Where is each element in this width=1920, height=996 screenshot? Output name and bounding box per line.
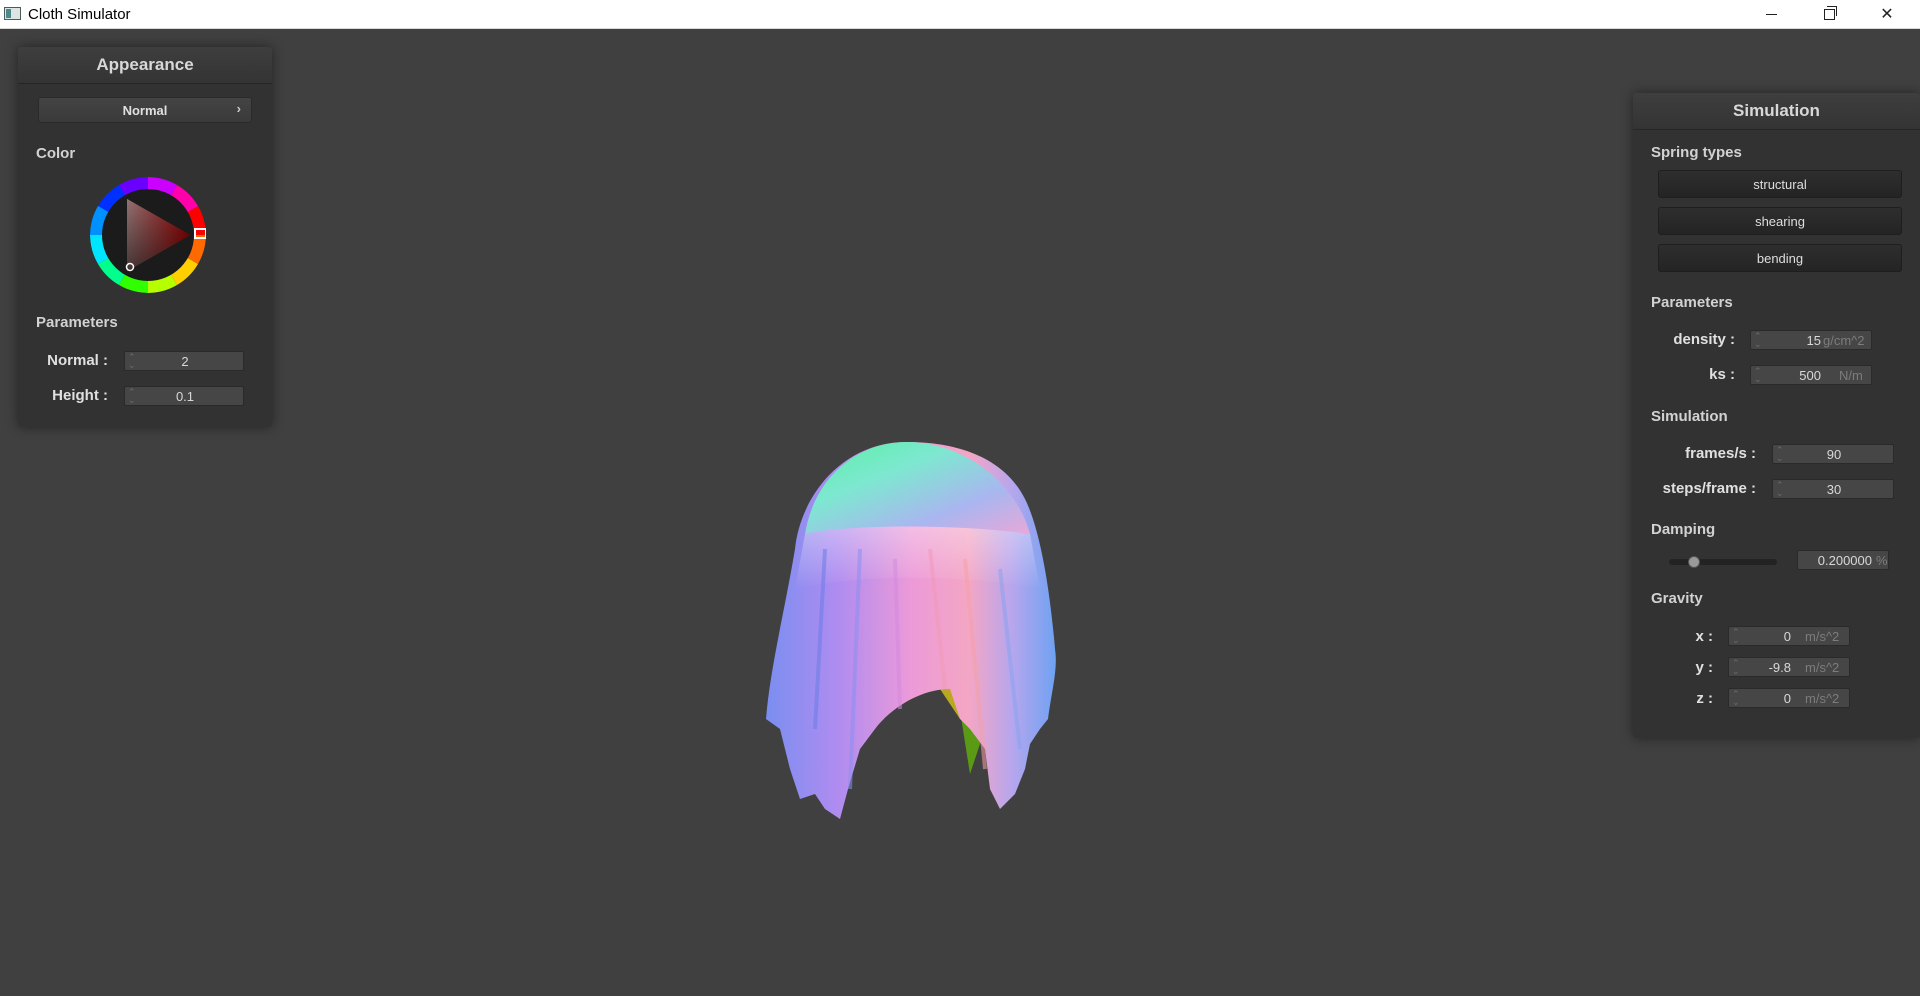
fps-label: frames/s :	[1685, 445, 1756, 462]
color-label: Color	[36, 145, 76, 162]
gravity-y-label: y :	[1695, 659, 1713, 676]
appearance-panel-title: Appearance	[18, 47, 272, 84]
gravity-label: Gravity	[1651, 590, 1703, 607]
structural-button[interactable]: structural	[1658, 170, 1902, 198]
normal-value: 2	[181, 354, 189, 369]
gravity-z-label: z :	[1696, 690, 1713, 707]
gravity-y-value: -9.8	[1768, 660, 1791, 675]
gravity-x-value: 0	[1783, 629, 1791, 644]
spin-arrows-icon[interactable]: ⌃ ⌄	[1732, 690, 1740, 707]
gravity-y-input[interactable]: ⌃ ⌄ -9.8 m/s^2	[1728, 657, 1850, 677]
window-title: Cloth Simulator	[28, 6, 131, 23]
cloth-render	[766, 442, 1056, 819]
app-icon	[4, 7, 21, 20]
damping-input[interactable]: 0.200000 %	[1797, 550, 1889, 570]
gravity-z-value: 0	[1783, 691, 1791, 706]
steps-label: steps/frame :	[1662, 480, 1756, 497]
minimize-icon	[1765, 13, 1777, 15]
simulation-panel: Simulation Spring types structural shear…	[1633, 93, 1920, 738]
color-wheel[interactable]	[90, 177, 206, 293]
normal-label: Normal :	[47, 352, 108, 369]
close-button[interactable]: ✕	[1858, 0, 1916, 28]
spin-arrows-icon[interactable]: ⌃ ⌄	[1732, 628, 1740, 645]
fps-value: 90	[1826, 447, 1842, 462]
gravity-z-unit: m/s^2	[1805, 691, 1840, 706]
ks-unit: N/m	[1839, 368, 1863, 383]
gravity-y-unit: m/s^2	[1805, 660, 1840, 675]
steps-input[interactable]: ⌃ ⌄ 30	[1772, 479, 1894, 499]
normal-input[interactable]: ⌃ ⌄ 2	[124, 351, 244, 371]
gravity-x-input[interactable]: ⌃ ⌄ 0 m/s^2	[1728, 626, 1850, 646]
damping-label: Damping	[1651, 521, 1716, 538]
restore-button[interactable]	[1800, 0, 1858, 28]
gravity-x-label: x :	[1695, 628, 1713, 645]
shearing-button[interactable]: shearing	[1658, 207, 1902, 235]
close-icon: ✕	[1880, 6, 1894, 23]
gravity-z-input[interactable]: ⌃ ⌄ 0 m/s^2	[1728, 688, 1850, 708]
restore-icon	[1823, 5, 1837, 20]
ks-input[interactable]: ⌃ ⌄ 500 N/m	[1750, 365, 1872, 385]
density-label: density :	[1673, 331, 1735, 348]
height-input[interactable]: ⌃ ⌄ 0.1	[124, 386, 244, 406]
gravity-x-unit: m/s^2	[1805, 629, 1840, 644]
ks-label: ks :	[1709, 366, 1735, 383]
title-bar: Cloth Simulator ✕	[0, 0, 1920, 29]
shader-select[interactable]: Normal ›	[38, 97, 252, 123]
spin-arrows-icon[interactable]: ⌃ ⌄	[1754, 332, 1762, 349]
shader-select-value: Normal	[122, 102, 168, 118]
chevron-right-icon: ›	[236, 101, 241, 116]
bending-button[interactable]: bending	[1658, 244, 1902, 272]
simulation-panel-title: Simulation	[1633, 93, 1920, 130]
damping-value: 0.200000	[1817, 553, 1872, 568]
fps-input[interactable]: ⌃ ⌄ 90	[1772, 444, 1894, 464]
spin-arrows-icon[interactable]: ⌃ ⌄	[1754, 367, 1762, 384]
spring-types-label: Spring types	[1651, 144, 1742, 161]
density-value: 15	[1806, 333, 1821, 348]
damping-slider[interactable]	[1669, 556, 1777, 568]
minimize-button[interactable]	[1742, 0, 1800, 28]
spin-arrows-icon[interactable]: ⌃ ⌄	[1732, 659, 1740, 676]
appearance-parameters-label: Parameters	[36, 314, 118, 331]
height-label: Height :	[52, 387, 108, 404]
render-viewport[interactable]	[0, 29, 1920, 991]
density-unit: g/cm^2	[1823, 333, 1865, 348]
density-input[interactable]: ⌃ ⌄ 15 g/cm^2	[1750, 330, 1872, 350]
damping-unit: %	[1876, 553, 1888, 568]
damping-slider-handle[interactable]	[1688, 556, 1701, 568]
steps-value: 30	[1826, 482, 1842, 497]
cloth-dome	[805, 442, 1030, 534]
sim-parameters-label: Parameters	[1651, 294, 1733, 311]
simulation-section-label: Simulation	[1651, 408, 1728, 425]
ks-value: 500	[1799, 368, 1821, 383]
appearance-panel: Appearance Normal › Color Parameters Nor…	[18, 47, 272, 427]
height-value: 0.1	[175, 389, 195, 404]
